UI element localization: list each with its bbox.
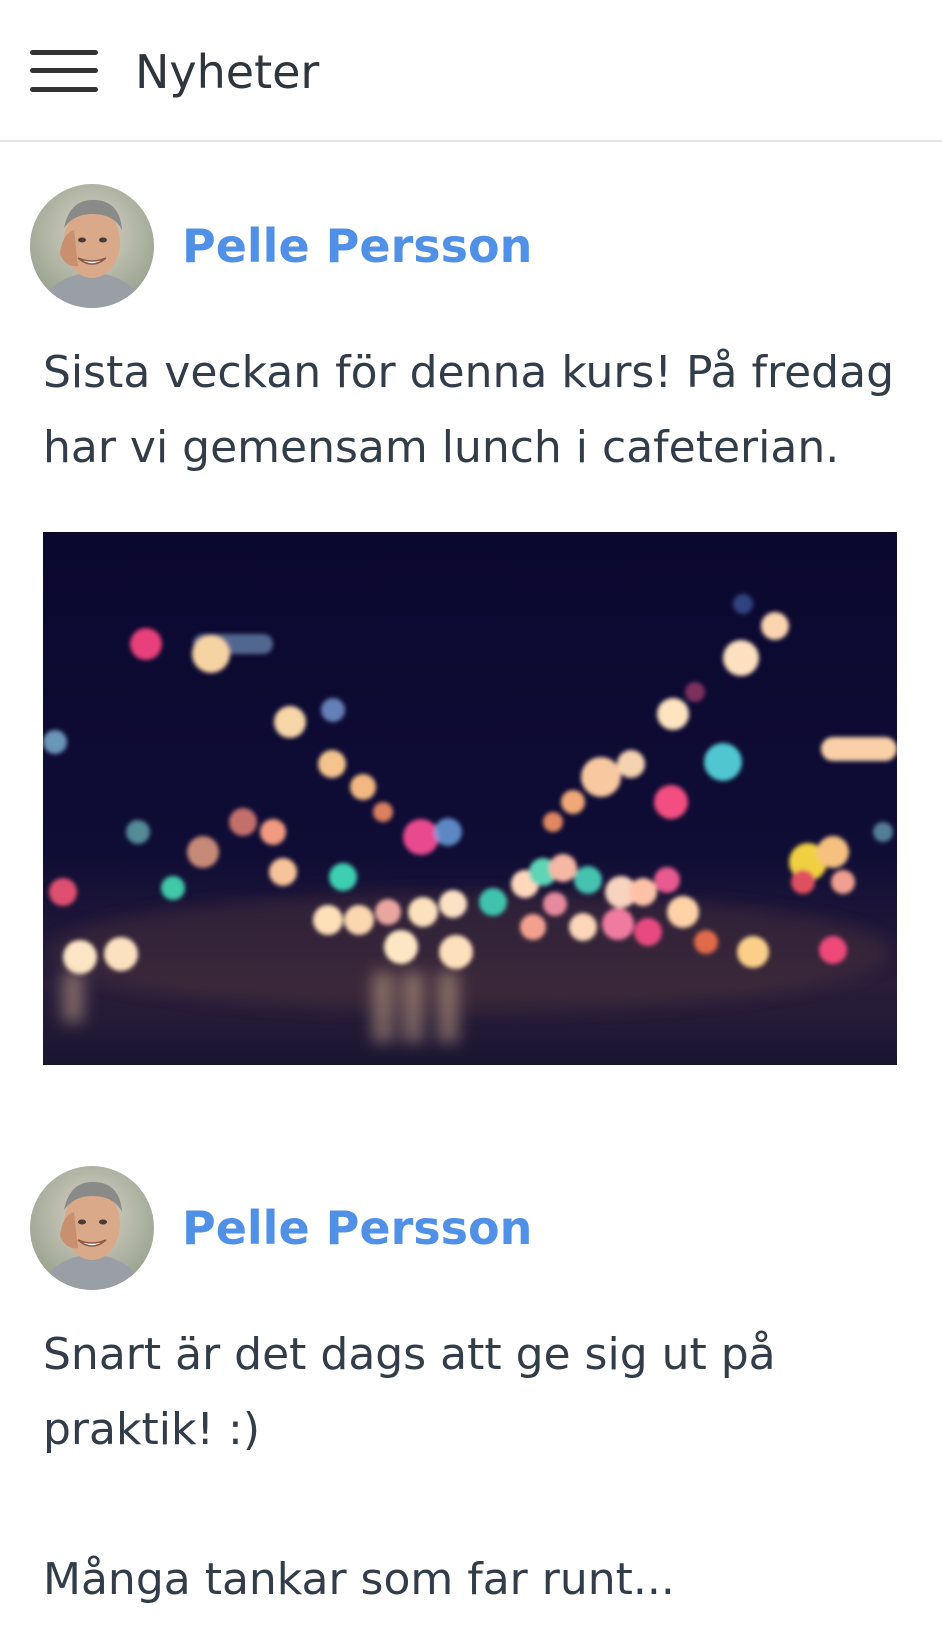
app-bar: Nyheter [0,0,942,142]
avatar[interactable] [30,1166,154,1290]
author-name[interactable]: Pelle Persson [182,1198,532,1258]
news-post: Pelle Persson Sista veckan för denna kur… [0,142,942,1092]
author-name[interactable]: Pelle Persson [182,216,532,276]
page-title: Nyheter [135,45,320,99]
avatar[interactable] [30,184,154,308]
post-text: Sista veckan för denna kurs! På fredag h… [43,347,908,473]
hamburger-menu-icon[interactable] [28,48,100,96]
post-image[interactable] [43,532,897,1065]
news-post: Pelle Persson Snart är det dags att ge s… [0,1130,942,1645]
post-text: Snart är det dags att ge sig ut på prakt… [43,1329,776,1605]
